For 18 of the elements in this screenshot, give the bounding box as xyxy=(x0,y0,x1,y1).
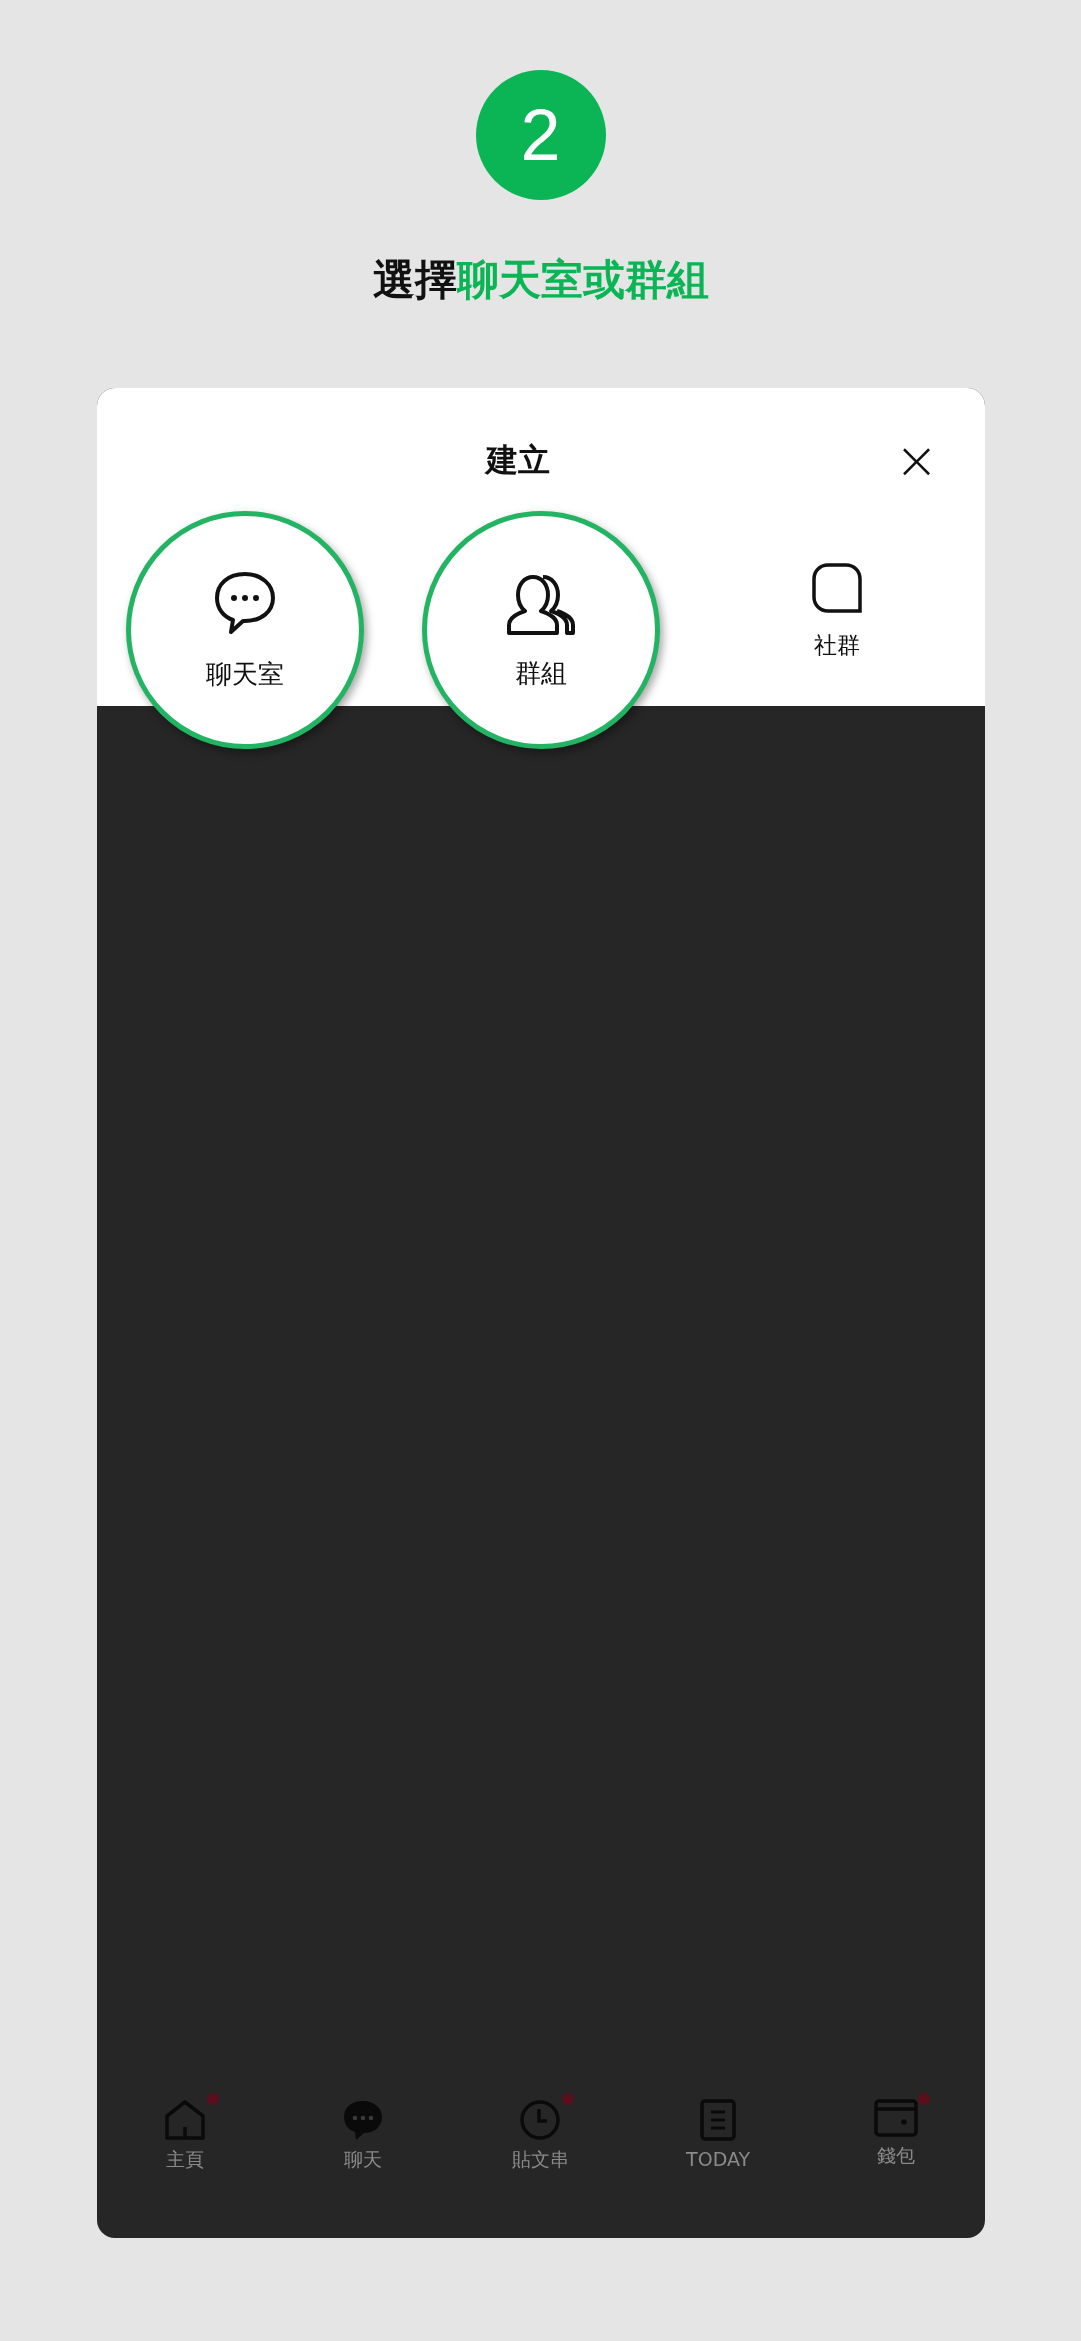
clock-icon xyxy=(519,2099,562,2141)
heading-text: 聊天室或群組 xyxy=(456,254,709,306)
home-icon xyxy=(164,2099,207,2141)
nav-tab[interactable]: 聊天 xyxy=(274,2089,452,2185)
nav-tab[interactable]: TODAY xyxy=(629,2089,807,2185)
nav-tab[interactable]: 貼文串 xyxy=(451,2089,630,2185)
nav-tab[interactable]: 錢包 xyxy=(806,2089,985,2185)
create-option[interactable]: 社群 xyxy=(717,511,956,749)
close-button[interactable]: × xyxy=(894,438,939,482)
sheet-title: 建立 xyxy=(485,440,550,481)
wallet-icon xyxy=(873,2099,918,2137)
create-option[interactable]: 群組 xyxy=(421,511,660,749)
heading-text: 選擇 xyxy=(372,254,457,306)
document-icon xyxy=(700,2099,737,2141)
nav-tab[interactable]: 主頁 xyxy=(96,2089,275,2185)
speech-bubble-icon xyxy=(341,2099,384,2141)
step-number-badge: 2 xyxy=(475,70,606,200)
create-option[interactable]: 聊天室 xyxy=(125,511,364,749)
